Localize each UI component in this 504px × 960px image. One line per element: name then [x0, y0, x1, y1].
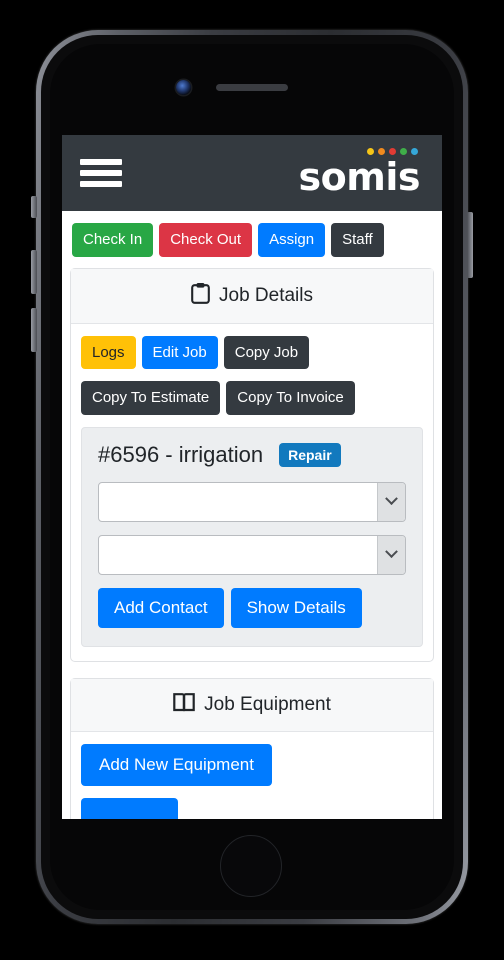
hamburger-bar	[80, 170, 122, 176]
chevron-down-icon[interactable]	[377, 482, 405, 521]
job-select-1[interactable]	[98, 481, 406, 522]
job-select-2[interactable]	[98, 534, 406, 575]
job-equipment-title: Job Equipment	[204, 693, 331, 715]
logo-dot-2	[378, 147, 385, 155]
job-details-header: Job Details	[71, 268, 433, 324]
staff-button[interactable]: Staff	[331, 223, 384, 257]
screenshot-stage: somis Check In Check Out Assign Staff Jo…	[0, 0, 504, 960]
show-details-button[interactable]: Show Details	[230, 587, 362, 628]
app-navbar: somis	[62, 135, 442, 211]
job-equipment-card: Job Equipment Add New Equipment	[70, 677, 434, 819]
silent-switch[interactable]	[31, 196, 37, 218]
hamburger-menu-icon[interactable]	[80, 156, 122, 190]
logo-dots	[367, 147, 418, 155]
status-toolbar: Check In Check Out Assign Staff	[62, 211, 442, 268]
volume-up-button[interactable]	[31, 250, 37, 294]
clipboard-icon	[191, 282, 210, 310]
camera-icon	[176, 80, 191, 95]
logo-text: somis	[298, 154, 421, 199]
chevron-down-icon[interactable]	[377, 535, 405, 574]
job-action-row-1: Logs Edit Job Copy Job	[81, 335, 423, 369]
job-summary-panel: #6596 - irrigation Repair Add Contact Sh…	[81, 426, 423, 647]
status-badge: Repair	[279, 442, 341, 467]
copy-job-button[interactable]: Copy Job	[223, 335, 310, 369]
hamburger-bar	[80, 159, 122, 165]
edit-job-button[interactable]: Edit Job	[141, 335, 218, 369]
add-new-equipment-button[interactable]: Add New Equipment	[81, 743, 272, 786]
job-details-title: Job Details	[219, 284, 313, 306]
hamburger-bar	[80, 181, 122, 187]
logo-dot-5	[411, 147, 418, 155]
copy-to-invoice-button[interactable]: Copy To Invoice	[226, 381, 355, 415]
job-title: #6596 - irrigation	[98, 441, 264, 467]
logo-dot-4	[400, 147, 407, 155]
home-button-icon[interactable]	[220, 835, 282, 897]
check-out-button[interactable]: Check Out	[159, 223, 253, 257]
power-button[interactable]	[467, 212, 473, 278]
secondary-equipment-button[interactable]	[81, 797, 179, 819]
logs-button[interactable]: Logs	[81, 335, 136, 369]
job-title-row: #6596 - irrigation Repair	[98, 442, 406, 468]
job-details-body: Logs Edit Job Copy Job Copy To Estimate …	[71, 324, 433, 661]
device-screen: somis Check In Check Out Assign Staff Jo…	[62, 135, 442, 819]
copy-to-estimate-button[interactable]: Copy To Estimate	[81, 381, 221, 415]
add-contact-button[interactable]: Add Contact	[98, 587, 224, 628]
logo-dot-3	[389, 147, 396, 155]
logo-dot-1	[367, 147, 374, 155]
check-in-button[interactable]: Check In	[72, 223, 154, 257]
job-equipment-body: Add New Equipment	[71, 732, 433, 819]
brand-logo[interactable]: somis	[298, 147, 421, 199]
job-details-card: Job Details Logs Edit Job Copy Job Copy …	[70, 267, 434, 662]
job-equipment-header: Job Equipment	[71, 678, 433, 732]
open-book-icon	[173, 692, 195, 718]
job-action-row-2: Copy To Estimate Copy To Invoice	[81, 381, 423, 415]
job-panel-buttons: Add Contact Show Details	[98, 587, 406, 628]
assign-button[interactable]: Assign	[258, 223, 326, 257]
speaker-grille-icon	[216, 84, 288, 91]
volume-down-button[interactable]	[31, 308, 37, 352]
